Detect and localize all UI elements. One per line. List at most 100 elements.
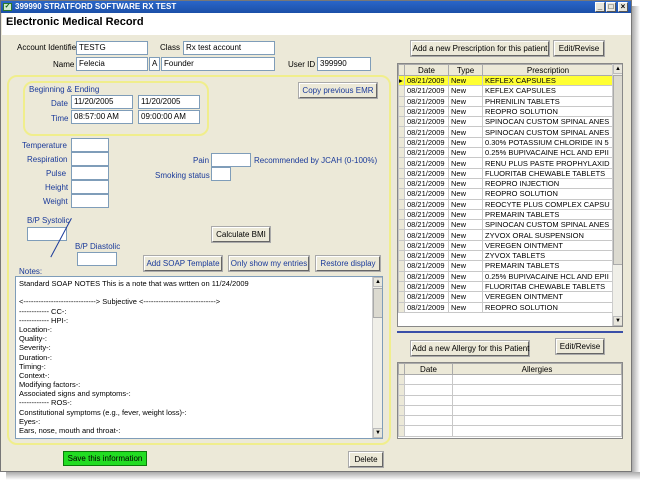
rx-type-cell[interactable]: New xyxy=(448,270,483,282)
allergy-cell[interactable] xyxy=(452,394,622,406)
close-button[interactable]: × xyxy=(618,2,628,12)
table-row[interactable]: 08/21/2009 New FLUORITAB CHEWABLE TABLETS xyxy=(398,167,614,179)
rx-date-cell[interactable]: 08/21/2009 xyxy=(404,239,449,252)
allergy-cell[interactable] xyxy=(452,415,622,427)
edit-prescription-button[interactable]: Edit/Revise xyxy=(554,41,604,56)
rx-type-cell[interactable]: New xyxy=(448,188,483,200)
rx-name-cell[interactable]: REOCYTE PLUS COMPLEX CAPSU xyxy=(482,198,614,210)
rx-name-cell[interactable]: ZYVOX TABLETS xyxy=(482,250,614,262)
allergy-cell[interactable] xyxy=(452,425,622,437)
rx-scroll-thumb[interactable] xyxy=(613,75,622,265)
save-button[interactable]: Save this information xyxy=(63,451,147,466)
start-date-field[interactable]: 11/20/2005 xyxy=(71,95,133,109)
rx-type-cell[interactable]: New xyxy=(448,219,483,231)
table-row[interactable]: 08/21/2009 New REOPRO INJECTION xyxy=(398,177,614,190)
rx-col-prescription[interactable]: Prescription xyxy=(482,64,614,76)
rx-date-cell[interactable]: 08/21/2009 xyxy=(404,270,449,282)
allergy-cell[interactable] xyxy=(404,425,453,437)
rx-date-cell[interactable]: 08/21/2009 xyxy=(404,147,449,159)
rx-date-cell[interactable]: 08/21/2009 xyxy=(404,74,449,87)
rx-date-cell[interactable]: 08/21/2009 xyxy=(404,95,449,107)
allergy-cell[interactable] xyxy=(404,404,453,417)
rx-name-cell[interactable]: ZYVOX ORAL SUSPENSION xyxy=(482,229,614,241)
rx-date-cell[interactable]: 08/21/2009 xyxy=(404,105,449,118)
rx-date-cell[interactable]: 08/21/2009 xyxy=(404,229,449,241)
allergy-cell[interactable] xyxy=(404,394,453,406)
add-soap-template-button[interactable]: Add SOAP Template xyxy=(144,256,222,271)
rx-name-cell[interactable]: VEREGEN OINTMENT xyxy=(482,291,614,303)
rx-date-cell[interactable]: 08/21/2009 xyxy=(404,136,449,149)
rx-col-type[interactable]: Type xyxy=(448,64,483,76)
respiration-field[interactable] xyxy=(71,152,109,166)
allergy-cell[interactable] xyxy=(452,384,622,396)
height-field[interactable] xyxy=(71,180,109,194)
allergy-cell[interactable] xyxy=(404,384,453,396)
table-row[interactable] xyxy=(398,394,622,406)
scroll-thumb[interactable] xyxy=(373,288,382,318)
rx-type-cell[interactable]: New xyxy=(448,301,483,313)
smoking-field[interactable] xyxy=(211,167,231,181)
rx-date-cell[interactable]: 08/21/2009 xyxy=(404,208,449,221)
table-row[interactable] xyxy=(398,404,622,417)
rx-name-cell[interactable]: SPINOCAN CUSTOM SPINAL ANES xyxy=(482,219,614,231)
rx-type-cell[interactable]: New xyxy=(448,177,483,190)
notes-scrollbar[interactable]: ▲ ▼ xyxy=(372,277,382,438)
only-my-entries-button[interactable]: Only show my entries xyxy=(229,256,309,271)
rx-date-cell[interactable]: 08/21/2009 xyxy=(404,157,449,169)
table-row[interactable] xyxy=(398,384,622,396)
allergy-cell[interactable] xyxy=(452,373,622,386)
weight-field[interactable] xyxy=(71,194,109,208)
pulse-field[interactable] xyxy=(71,166,109,180)
add-prescription-button[interactable]: Add a new Prescription for this patient xyxy=(411,41,549,56)
table-row[interactable]: 08/21/2009 New 0.30% POTASSIUM CHLORIDE IN… xyxy=(398,136,614,149)
rx-date-cell[interactable]: 08/21/2009 xyxy=(404,188,449,200)
rx-date-cell[interactable]: 08/21/2009 xyxy=(404,260,449,272)
rx-name-cell[interactable]: PHRENILIN TABLETS xyxy=(482,95,614,107)
rx-name-cell[interactable]: PREMARIN TABLETS xyxy=(482,208,614,221)
account-field[interactable]: TESTG xyxy=(76,41,148,55)
rx-name-cell[interactable]: REOPRO SOLUTION xyxy=(482,301,614,313)
rx-date-cell[interactable]: 08/21/2009 xyxy=(404,198,449,210)
rx-type-cell[interactable]: New xyxy=(448,116,483,128)
edit-allergy-button[interactable]: Edit/Revise xyxy=(556,339,604,354)
rx-name-cell[interactable]: 0.30% POTASSIUM CHLORIDE IN 5 xyxy=(482,136,614,149)
rx-name-cell[interactable]: 0.25% BUPIVACAINE HCL AND EPII xyxy=(482,270,614,282)
rx-type-cell[interactable]: New xyxy=(448,85,483,97)
userid-field[interactable]: 399990 xyxy=(317,57,371,71)
rx-name-cell[interactable]: 0.25% BUPIVACAINE HCL AND EPII xyxy=(482,147,614,159)
table-row[interactable]: 08/21/2009 New 0.25% BUPIVACAINE HCL AND E… xyxy=(398,270,614,282)
rx-name-cell[interactable]: VEREGEN OINTMENT xyxy=(482,239,614,252)
rx-name-cell[interactable]: KEFLEX CAPSULES xyxy=(482,85,614,97)
rx-name-cell[interactable]: RENU PLUS PASTE PROPHYLAXID xyxy=(482,157,614,169)
prescription-grid[interactable]: Date Type Prescription ▸ 08/21/2009 New KEF… xyxy=(397,63,623,327)
rx-type-cell[interactable]: New xyxy=(448,198,483,210)
rx-name-cell[interactable]: REOPRO SOLUTION xyxy=(482,188,614,200)
scroll-down-icon[interactable]: ▼ xyxy=(373,428,382,438)
table-row[interactable]: 08/21/2009 New KEFLEX CAPSULES xyxy=(398,85,614,97)
table-row[interactable] xyxy=(398,415,622,427)
rx-type-cell[interactable]: New xyxy=(448,126,483,138)
rx-scroll-down-icon[interactable]: ▼ xyxy=(613,316,622,326)
rx-date-cell[interactable]: 08/21/2009 xyxy=(404,116,449,128)
rx-type-cell[interactable]: New xyxy=(448,280,483,293)
rx-type-cell[interactable]: New xyxy=(448,105,483,118)
rx-col-date[interactable]: Date xyxy=(404,64,449,76)
scroll-up-icon[interactable]: ▲ xyxy=(373,277,382,287)
first-name-field[interactable]: Felecia xyxy=(76,57,148,71)
rx-date-cell[interactable]: 08/21/2009 xyxy=(404,177,449,190)
rx-date-cell[interactable]: 08/21/2009 xyxy=(404,291,449,303)
rx-type-cell[interactable]: New xyxy=(448,157,483,169)
end-time-field[interactable]: 09:00:00 AM xyxy=(138,110,200,124)
table-row[interactable]: 08/21/2009 New RENU PLUS PASTE PROPHYLAXID xyxy=(398,157,614,169)
rx-name-cell[interactable]: REOPRO INJECTION xyxy=(482,177,614,190)
rx-type-cell[interactable]: New xyxy=(448,239,483,252)
allergy-cell[interactable] xyxy=(404,415,453,427)
table-row[interactable]: 08/21/2009 New SPINOCAN CUSTOM SPINAL ANES xyxy=(398,126,614,138)
rx-type-cell[interactable]: New xyxy=(448,136,483,149)
restore-display-button[interactable]: Restore display xyxy=(316,256,380,271)
rx-type-cell[interactable]: New xyxy=(448,229,483,241)
rx-type-cell[interactable]: New xyxy=(448,260,483,272)
rx-date-cell[interactable]: 08/21/2009 xyxy=(404,126,449,138)
rx-name-cell[interactable]: FLUORITAB CHEWABLE TABLETS xyxy=(482,167,614,179)
rx-name-cell[interactable]: PREMARIN TABLETS xyxy=(482,260,614,272)
